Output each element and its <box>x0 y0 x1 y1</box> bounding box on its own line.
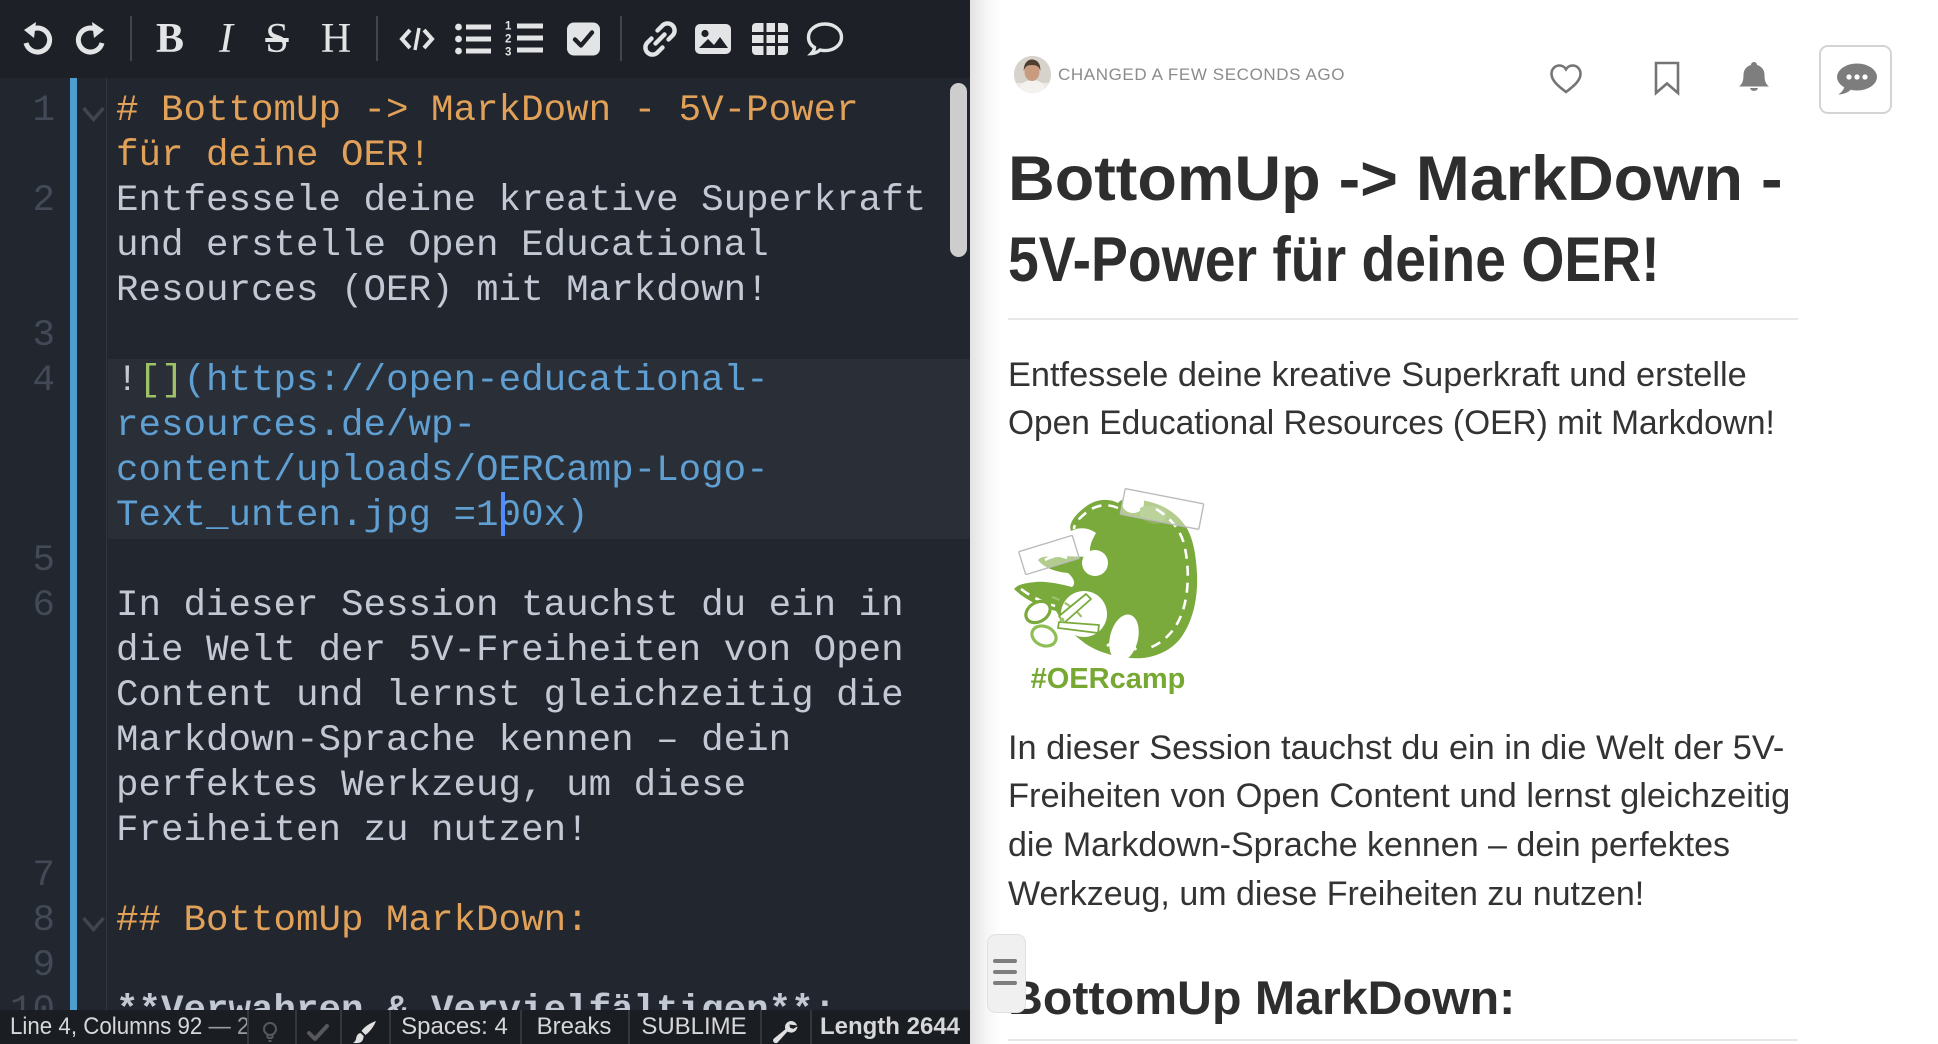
svg-text:1: 1 <box>505 21 512 33</box>
svg-text:#OERcamp: #OERcamp <box>1031 663 1186 695</box>
svg-text:3: 3 <box>505 47 511 59</box>
svg-text:2: 2 <box>505 34 511 46</box>
